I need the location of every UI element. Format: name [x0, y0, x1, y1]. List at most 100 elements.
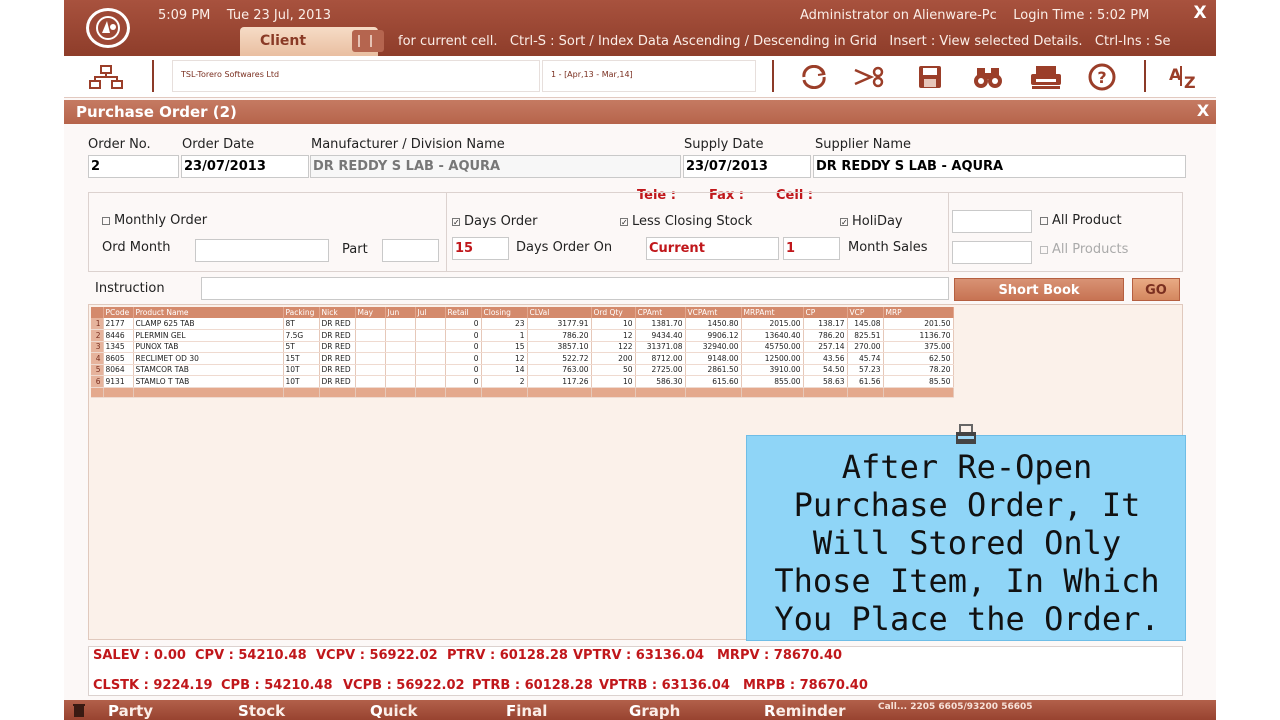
pause-icon[interactable] [352, 30, 384, 52]
empty-cell[interactable] [415, 387, 446, 398]
grid-cell[interactable]: 2861.50 [685, 364, 742, 376]
grid-cell[interactable]: 85.50 [883, 375, 954, 388]
checkbox-disabled[interactable] [1040, 245, 1048, 254]
go-button[interactable]: GO [1132, 278, 1180, 301]
grid-cell[interactable]: 855.00 [741, 375, 804, 388]
grid-cell[interactable]: 50 [591, 364, 636, 376]
table-row[interactable]: 2 8446 PLERMIN GEL 7.5G DR RED 0 1 786.20 12 9434… [91, 329, 954, 342]
grid-cell[interactable]: 1450.80 [685, 318, 742, 330]
grid-cell[interactable]: 8T [283, 318, 320, 330]
nav-stock[interactable]: Stock [238, 702, 285, 720]
nav-final[interactable]: Final [506, 702, 547, 720]
grid-column-header[interactable]: PCode [103, 307, 134, 318]
grid-cell[interactable]: 45.74 [847, 352, 884, 365]
instruction-field[interactable] [201, 277, 949, 300]
grid-cell[interactable]: 786.20 [803, 329, 848, 342]
empty-cell[interactable] [635, 387, 686, 398]
grid-cell[interactable] [355, 318, 386, 330]
grid-column-header[interactable]: Ord Qty [591, 307, 636, 318]
grid-column-header[interactable]: CP [803, 307, 848, 318]
grid-cell[interactable]: 0 [445, 375, 482, 388]
nav-quick[interactable]: Quick [370, 702, 417, 720]
new-entry-row[interactable] [91, 387, 954, 398]
grid-cell[interactable]: 0 [445, 364, 482, 376]
grid-cell[interactable]: 5T [283, 341, 320, 353]
grid-cell[interactable]: 61.56 [847, 375, 884, 388]
printer-icon[interactable] [1028, 62, 1064, 92]
checkbox-unchecked[interactable] [1040, 216, 1048, 225]
days-order-checkbox[interactable]: ✓ Days Order [452, 214, 538, 229]
trash-icon[interactable] [72, 703, 86, 717]
grid-cell[interactable] [415, 352, 446, 365]
short-book-button[interactable]: Short Book [954, 278, 1124, 301]
all-products-checkbox[interactable]: All Products [1040, 242, 1128, 257]
grid-cell[interactable]: 15 [481, 341, 528, 353]
grid-cell[interactable] [355, 364, 386, 376]
grid-cell[interactable] [415, 364, 446, 376]
empty-cell[interactable] [355, 387, 386, 398]
grid-cell[interactable] [385, 352, 416, 365]
grid-cell[interactable]: 8605 [103, 352, 134, 365]
grid-cell[interactable]: 8446 [103, 329, 134, 342]
grid-cell[interactable]: 8064 [103, 364, 134, 376]
stock-basis-field[interactable]: Current [646, 237, 779, 260]
grid-column-header[interactable]: Jul [415, 307, 446, 318]
grid-cell[interactable]: 825.51 [847, 329, 884, 342]
grid-cell[interactable]: 45750.00 [741, 341, 804, 353]
grid-cell[interactable]: 2725.00 [635, 364, 686, 376]
order-date-field[interactable]: 23/07/2013 [181, 155, 309, 178]
nav-reminder[interactable]: Reminder [764, 702, 846, 720]
grid-cell[interactable]: 1 [481, 329, 528, 342]
less-closing-stock-checkbox[interactable]: ✓ Less Closing Stock [620, 214, 752, 229]
grid-cell[interactable]: DR RED [319, 329, 356, 342]
grid-cell[interactable]: 3857.10 [527, 341, 592, 353]
grid-cell[interactable]: PLERMIN GEL [133, 329, 284, 342]
save-icon[interactable] [912, 62, 948, 92]
grid-column-header[interactable]: MRPAmt [741, 307, 804, 318]
grid-cell[interactable] [415, 341, 446, 353]
close-form-button[interactable]: X [1192, 100, 1214, 122]
empty-cell[interactable] [319, 387, 356, 398]
table-row[interactable]: 1 2177 CLAMP 625 TAB 8T DR RED 0 23 3177.91 10 13… [91, 318, 954, 330]
all-product-filter-field[interactable] [952, 210, 1032, 233]
help-icon[interactable]: ? [1084, 62, 1120, 92]
checkbox-checked[interactable]: ✓ [452, 217, 460, 226]
monthly-order-checkbox[interactable]: Monthly Order [102, 213, 207, 228]
table-row[interactable]: 5 8064 STAMCOR TAB 10T DR RED 0 14 763.00 50 2725… [91, 364, 954, 376]
grid-column-header[interactable]: Packing [283, 307, 320, 318]
grid-cell[interactable]: 0 [445, 329, 482, 342]
grid-cell[interactable]: 2015.00 [741, 318, 804, 330]
part-field[interactable] [382, 239, 439, 262]
grid-cell[interactable]: 1381.70 [635, 318, 686, 330]
grid-cell[interactable]: 12500.00 [741, 352, 804, 365]
grid-cell[interactable] [355, 329, 386, 342]
checkbox-unchecked[interactable] [102, 216, 110, 225]
grid-cell[interactable]: DR RED [319, 352, 356, 365]
grid-cell[interactable]: 2 [481, 375, 528, 388]
grid-cell[interactable]: 3910.00 [741, 364, 804, 376]
binoculars-icon[interactable] [970, 62, 1006, 92]
network-icon[interactable] [88, 62, 124, 92]
client-tab[interactable]: Client [240, 27, 384, 56]
grid-column-header[interactable]: VCPAmt [685, 307, 742, 318]
grid-cell[interactable]: DR RED [319, 364, 356, 376]
empty-cell[interactable] [91, 387, 104, 398]
all-product-checkbox[interactable]: All Product [1040, 213, 1122, 228]
grid-cell[interactable]: 10T [283, 375, 320, 388]
grid-column-header[interactable]: CLVal [527, 307, 592, 318]
grid-cell[interactable]: 763.00 [527, 364, 592, 376]
grid-cell[interactable] [385, 364, 416, 376]
checkbox-checked[interactable]: ✓ [620, 217, 628, 226]
grid-cell[interactable]: 1345 [103, 341, 134, 353]
grid-column-header[interactable]: MRP [883, 307, 954, 318]
grid-cell[interactable]: 8712.00 [635, 352, 686, 365]
grid-cell[interactable] [355, 375, 386, 388]
grid-cell[interactable] [415, 375, 446, 388]
grid-cell[interactable] [385, 318, 416, 330]
grid-cell[interactable]: 15T [283, 352, 320, 365]
grid-cell[interactable]: 0 [445, 341, 482, 353]
table-row[interactable]: 6 9131 STAMLO T TAB 10T DR RED 0 2 117.26 10 586.… [91, 375, 954, 388]
grid-cell[interactable] [385, 341, 416, 353]
grid-cell[interactable] [415, 318, 446, 330]
supplier-field[interactable]: DR REDDY S LAB - AQURA [813, 155, 1186, 178]
